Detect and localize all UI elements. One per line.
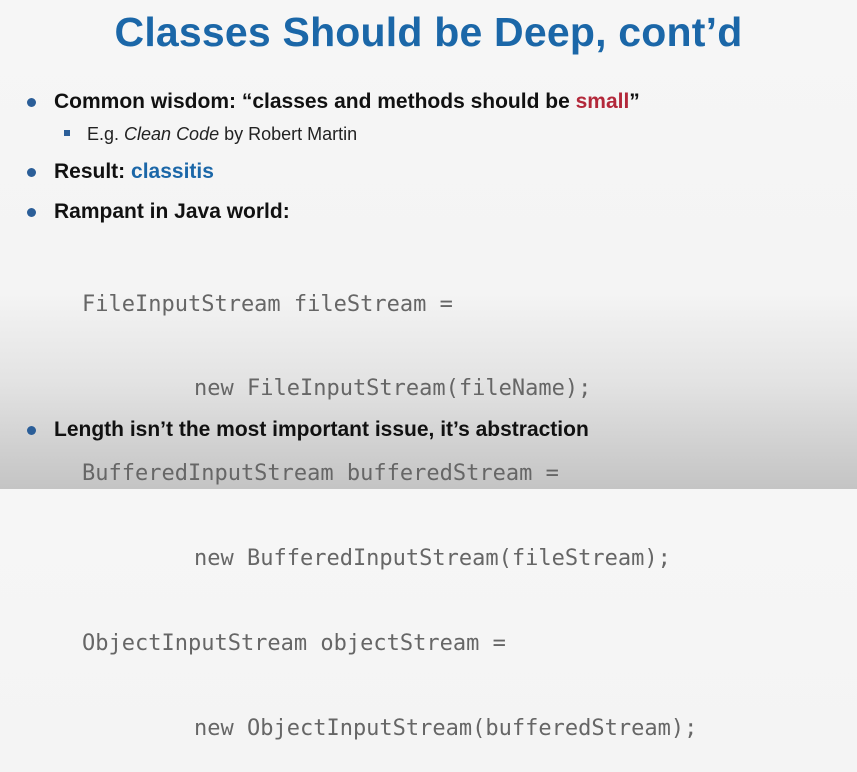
slide-title: Classes Should be Deep, cont’d [114, 9, 743, 55]
bullet-prefix: Result: [54, 160, 132, 183]
code-block: FileInputStream fileStream = new FileInp… [82, 234, 697, 772]
bullet-suffix: ” [629, 90, 640, 113]
bullet-dot-icon [27, 98, 36, 107]
sub-bullet-text: E.g. Clean Code by Robert Martin [87, 123, 357, 145]
highlight-classitis: classitis [131, 160, 214, 183]
code-line: ObjectInputStream objectStream = [82, 631, 506, 657]
bullet-text: Result: classitis [54, 160, 214, 184]
code-line: new FileInputStream(fileName); [194, 376, 592, 402]
sub-prefix: E.g. [87, 124, 125, 144]
bullet-dot-icon [27, 426, 36, 435]
book-title: Clean Code [124, 124, 220, 144]
square-bullet-icon [64, 130, 70, 136]
code-line: new ObjectInputStream(bufferedStream); [194, 716, 698, 742]
bullet-text: Common wisdom: “classes and methods shou… [54, 90, 640, 114]
bullet-text: Rampant in Java world: [54, 200, 290, 223]
code-line: BufferedInputStream bufferedStream = [82, 461, 559, 487]
code-line: new BufferedInputStream(fileStream); [194, 546, 671, 572]
bullet-prefix: Common wisdom: “classes and methods shou… [54, 90, 576, 113]
bullet-dot-icon [27, 208, 36, 217]
bullet-text: Length isn’t the most important issue, i… [54, 418, 589, 441]
sub-suffix: by Robert Martin [219, 124, 358, 144]
highlight-small: small [575, 90, 630, 113]
code-line: FileInputStream fileStream = [82, 291, 453, 317]
bullet-dot-icon [27, 168, 36, 177]
